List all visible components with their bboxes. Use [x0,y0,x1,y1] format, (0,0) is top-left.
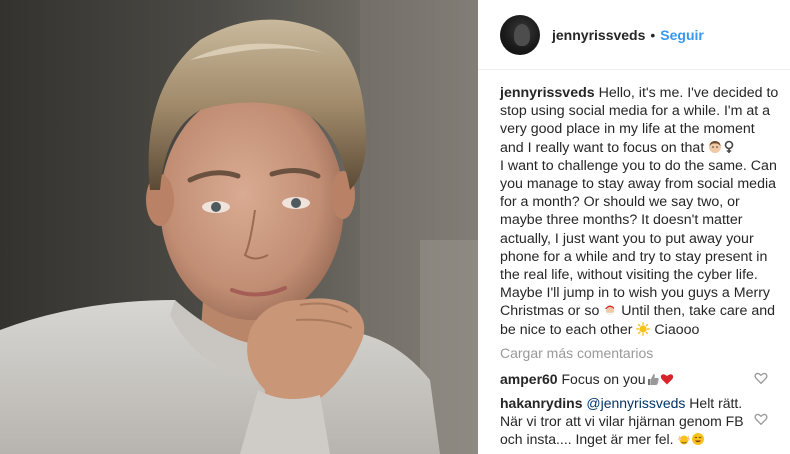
caption: jennyrissveds Hello, it's me. I've decid… [500,84,780,339]
post-photo[interactable] [0,0,478,454]
caption-text-4: Ciaooo [654,321,700,338]
avatar[interactable] [500,14,540,55]
post-details-panel: jennyrissveds • Seguir jennyrissveds Hel… [478,0,790,454]
red-heart-emoji-icon [660,374,673,385]
post-header: jennyrissveds • Seguir [478,0,790,70]
female-sign-icon [724,140,734,153]
comment-mention[interactable]: @jennyrissveds [586,395,685,411]
comment-item: amper60 Focus on you [500,370,790,388]
separator-dot: • [650,26,656,43]
comment-username[interactable]: hakanrydins [500,395,582,411]
caption-username[interactable]: jennyrissveds [500,85,595,101]
comment-text: Focus on you [561,371,646,387]
load-more-comments-link[interactable]: Cargar más comentarios [500,345,653,361]
sun-emoji-icon [636,321,651,336]
raising-hands-emoji-icon [678,435,691,445]
santa-emoji-icon [605,305,617,316]
follow-button[interactable]: Seguir [660,27,704,43]
caption-text-2: I want to challenge you to do the same. … [500,157,777,320]
smile-emoji-icon [692,433,705,445]
heart-outline-icon[interactable] [754,412,768,426]
post-username[interactable]: jennyrissveds [552,27,645,43]
heart-outline-icon[interactable] [754,371,768,385]
thumbs-up-emoji-icon [647,374,659,385]
comment-item: hakanrydins @jennyrissveds Helt rätt. Nä… [500,394,790,448]
portrait-image [0,0,478,454]
woman-emoji-icon [709,140,722,153]
comment-username[interactable]: amper60 [500,371,558,387]
